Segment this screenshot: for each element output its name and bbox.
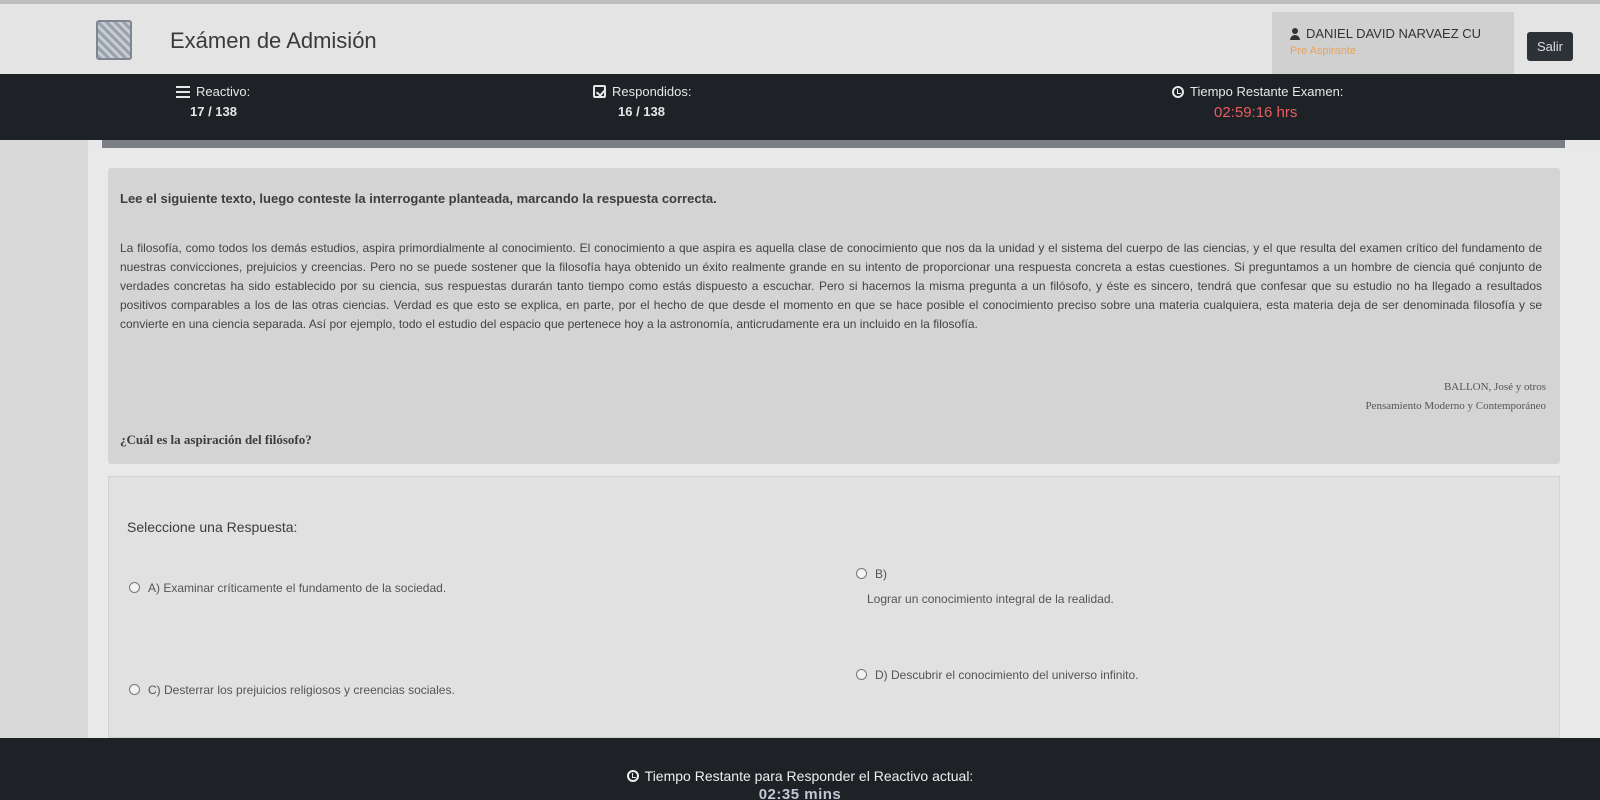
reading-passage: La filosofía, como todos los demás estud…: [120, 241, 1542, 331]
clock-icon: [626, 770, 639, 782]
option-d[interactable]: D) Descubrir el conocimiento del univers…: [856, 668, 1138, 682]
option-b[interactable]: B) Lograr un conocimiento integral de la…: [856, 567, 1114, 606]
page-title: Exámen de Admisión: [170, 28, 377, 53]
clock-icon: [1172, 85, 1184, 98]
question-panel: Lee el siguiente texto, luego conteste l…: [108, 168, 1560, 464]
list-icon: [176, 85, 190, 98]
user-name-row: DANIEL DAVID NARVAEZ CU: [1290, 26, 1514, 41]
option-c[interactable]: C) Desterrar los prejuicios religiosos y…: [129, 683, 455, 697]
tiempo-label: Tiempo Restante Examen:: [1190, 84, 1344, 99]
option-b-radio[interactable]: [856, 568, 867, 579]
respondidos-label: Respondidos:: [612, 84, 692, 99]
reactivo-stat: Reactivo: 17 / 138: [176, 84, 250, 119]
check-square-icon: [593, 85, 606, 98]
option-c-label: C) Desterrar los prejuicios religiosos y…: [148, 683, 455, 697]
respondidos-value: 16 / 138: [618, 104, 665, 119]
respondidos-stat: Respondidos: 16 / 138: [593, 84, 692, 119]
reactivo-label: Reactivo:: [196, 84, 251, 99]
citation-book: Pensamiento Moderno y Contemporáneo: [1365, 400, 1546, 412]
option-a[interactable]: A) Examinar críticamente el fundamento d…: [129, 581, 446, 595]
reactivo-value: 17 / 138: [190, 104, 237, 119]
status-bar: Reactivo: 17 / 138 Respondidos: 16 / 138…: [0, 74, 1600, 140]
user-icon: [1290, 27, 1300, 40]
user-info: DANIEL DAVID NARVAEZ CU Pre Aspirante: [1272, 12, 1514, 76]
tiempo-stat: Tiempo Restante Examen: 02:59:16 hrs: [1172, 84, 1343, 121]
answer-title: Seleccione una Respuesta:: [127, 519, 298, 535]
tiempo-value: 02:59:16 hrs: [1214, 104, 1298, 121]
crest-logo-icon: [96, 20, 132, 60]
option-b-letter: B): [875, 567, 887, 581]
question-timer-value: 02:35 mins: [758, 786, 842, 800]
question-timer-label-row: Tiempo Restante para Responder el Reacti…: [0, 768, 1600, 784]
option-c-radio[interactable]: [129, 684, 140, 695]
option-a-label: A) Examinar críticamente el fundamento d…: [148, 581, 447, 595]
user-role: Pre Aspirante: [1290, 45, 1357, 57]
option-a-radio[interactable]: [129, 582, 140, 593]
user-name: DANIEL DAVID NARVAEZ CU: [1306, 26, 1482, 41]
main-content: Lee el siguiente texto, luego conteste l…: [88, 148, 1600, 738]
logout-button[interactable]: Salir: [1527, 32, 1573, 61]
option-d-radio[interactable]: [856, 669, 867, 680]
exam-progress-fill: [102, 140, 1565, 148]
footer-timer-bar: Tiempo Restante para Responder el Reacti…: [0, 738, 1600, 800]
question-instruction: Lee el siguiente texto, luego conteste l…: [120, 191, 717, 206]
option-b-label: Lograr un conocimiento integral de la re…: [867, 592, 1114, 606]
option-d-label: D) Descubrir el conocimiento del univers…: [875, 668, 1139, 682]
question-timer-label: Tiempo Restante para Responder el Reacti…: [644, 768, 974, 784]
answer-panel: Seleccione una Respuesta: A) Examinar cr…: [108, 476, 1560, 738]
question-prompt: ¿Cuál es la aspiración del filósofo?: [120, 432, 312, 447]
header-bar: Exámen de Admisión DANIEL DAVID NARVAEZ …: [0, 0, 1600, 76]
exam-progress-bar: [88, 140, 1600, 148]
citation-author: BALLON, José y otros: [1443, 381, 1546, 393]
